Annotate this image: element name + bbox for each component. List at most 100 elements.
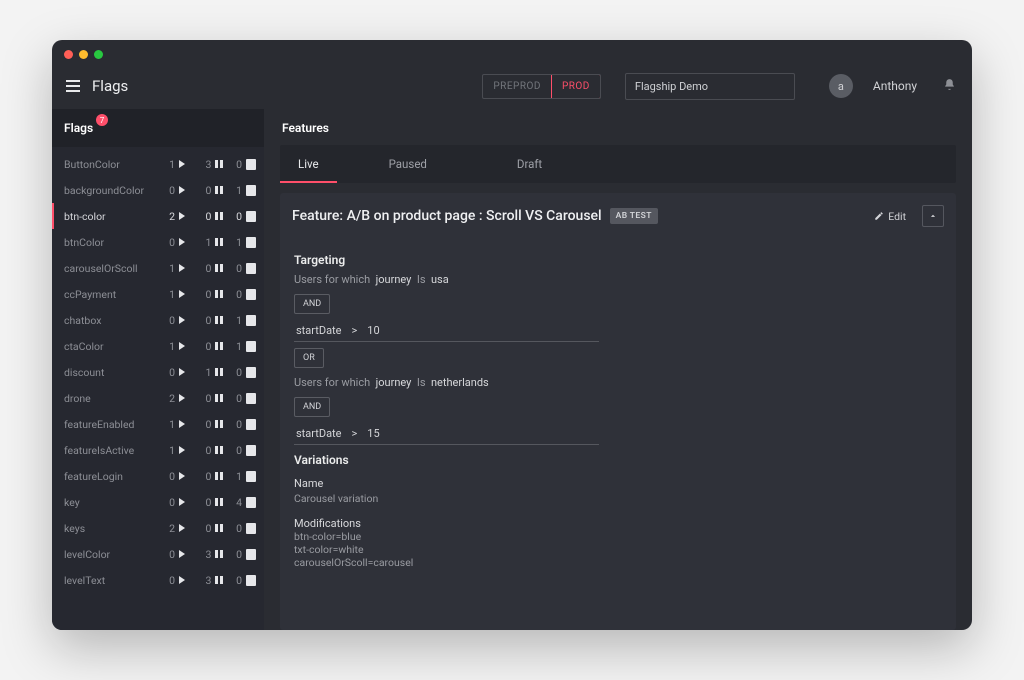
app-window: Flags PREPROD PROD Flagship Demo a Antho… bbox=[52, 40, 972, 630]
pause-icon bbox=[215, 212, 223, 220]
document-icon bbox=[246, 471, 256, 482]
targeting-rule-1: Users for which journey Is usa bbox=[294, 271, 942, 288]
flag-row-backgroundColor[interactable]: backgroundColor001 bbox=[52, 177, 264, 203]
document-icon bbox=[246, 315, 256, 326]
flag-name: btnColor bbox=[64, 236, 147, 249]
flag-row-chatbox[interactable]: chatbox001 bbox=[52, 307, 264, 333]
feature-panel: Feature: A/B on product page : Scroll VS… bbox=[280, 193, 956, 630]
flag-name: featureLogin bbox=[64, 470, 147, 483]
targeting-heading: Targeting bbox=[294, 253, 942, 267]
flag-row-keys[interactable]: keys200 bbox=[52, 515, 264, 541]
modification-line: txt-color=white bbox=[294, 543, 942, 556]
minimize-dot[interactable] bbox=[79, 50, 88, 59]
close-dot[interactable] bbox=[64, 50, 73, 59]
flag-row-drone[interactable]: drone200 bbox=[52, 385, 264, 411]
flag-name: drone bbox=[64, 392, 147, 405]
flag-row-featureLogin[interactable]: featureLogin001 bbox=[52, 463, 264, 489]
env-preprod[interactable]: PREPROD bbox=[483, 75, 551, 98]
or-op: OR bbox=[294, 348, 324, 368]
pause-icon bbox=[215, 238, 223, 246]
document-icon bbox=[246, 393, 256, 404]
pause-icon bbox=[215, 290, 223, 298]
modifications-list: btn-color=bluetxt-color=whitecarouselOrS… bbox=[294, 530, 942, 569]
tab-paused[interactable]: Paused bbox=[371, 145, 445, 183]
flag-row-featureEnabled[interactable]: featureEnabled100 bbox=[52, 411, 264, 437]
document-icon bbox=[246, 419, 256, 430]
variation-name: Carousel variation bbox=[294, 492, 942, 505]
condition-1: startDate > 10 bbox=[294, 320, 599, 342]
document-icon bbox=[246, 159, 256, 170]
flags-list: ButtonColor130backgroundColor001btn-colo… bbox=[52, 147, 264, 630]
pause-icon bbox=[215, 446, 223, 454]
flag-name: chatbox bbox=[64, 314, 147, 327]
document-icon bbox=[246, 263, 256, 274]
pencil-icon bbox=[874, 211, 884, 221]
document-icon bbox=[246, 341, 256, 352]
flag-name: carouselOrScoll bbox=[64, 262, 147, 275]
env-prod[interactable]: PROD bbox=[551, 74, 601, 99]
pause-icon bbox=[215, 524, 223, 532]
feature-body: Targeting Users for which journey Is usa… bbox=[280, 239, 956, 583]
flag-row-btn-color[interactable]: btn-color200 bbox=[52, 203, 264, 229]
flag-row-ctaColor[interactable]: ctaColor101 bbox=[52, 333, 264, 359]
document-icon bbox=[246, 211, 256, 222]
pause-icon bbox=[215, 264, 223, 272]
modification-line: carouselOrScoll=carousel bbox=[294, 556, 942, 569]
top-bar: Flags PREPROD PROD Flagship Demo a Antho… bbox=[52, 63, 972, 109]
tab-live[interactable]: Live bbox=[280, 145, 337, 183]
pause-icon bbox=[215, 394, 223, 402]
edit-button[interactable]: Edit bbox=[874, 210, 906, 223]
flag-row-ButtonColor[interactable]: ButtonColor130 bbox=[52, 151, 264, 177]
flag-row-ccPayment[interactable]: ccPayment100 bbox=[52, 281, 264, 307]
flag-name: levelText bbox=[64, 574, 147, 587]
pause-icon bbox=[215, 472, 223, 480]
pause-icon bbox=[215, 342, 223, 350]
pause-icon bbox=[215, 368, 223, 376]
project-select[interactable]: Flagship Demo bbox=[625, 73, 795, 100]
main-panel: Features Live Paused Draft Feature: A/B … bbox=[264, 109, 972, 630]
flag-name: ButtonColor bbox=[64, 158, 147, 171]
flag-name: backgroundColor bbox=[64, 184, 147, 197]
environment-toggle: PREPROD PROD bbox=[482, 74, 601, 99]
collapse-button[interactable] bbox=[922, 205, 944, 227]
pause-icon bbox=[215, 186, 223, 194]
flag-row-btnColor[interactable]: btnColor011 bbox=[52, 229, 264, 255]
targeting-rule-2: Users for which journey Is netherlands bbox=[294, 374, 942, 391]
feature-header: Feature: A/B on product page : Scroll VS… bbox=[280, 193, 956, 239]
section-title: Features bbox=[280, 109, 956, 145]
variations-heading: Variations bbox=[294, 453, 942, 467]
pause-icon bbox=[215, 498, 223, 506]
flag-name: featureEnabled bbox=[64, 418, 147, 431]
modification-line: btn-color=blue bbox=[294, 530, 942, 543]
window-controls bbox=[52, 40, 972, 63]
document-icon bbox=[246, 185, 256, 196]
flag-name: featureIsActive bbox=[64, 444, 147, 457]
document-icon bbox=[246, 289, 256, 300]
document-icon bbox=[246, 549, 256, 560]
condition-2: startDate > 15 bbox=[294, 423, 599, 445]
page-title: Flags bbox=[92, 77, 128, 95]
sidebar-header: Flags 7 bbox=[52, 109, 264, 147]
feature-title: Feature: A/B on product page : Scroll VS… bbox=[292, 208, 602, 224]
avatar[interactable]: a bbox=[829, 74, 853, 98]
menu-icon[interactable] bbox=[66, 80, 80, 92]
flag-row-levelColor[interactable]: levelColor030 bbox=[52, 541, 264, 567]
sidebar-title: Flags bbox=[64, 121, 93, 135]
bell-icon[interactable] bbox=[943, 78, 956, 94]
flag-name: ctaColor bbox=[64, 340, 147, 353]
document-icon bbox=[246, 367, 256, 378]
flag-row-featureIsActive[interactable]: featureIsActive100 bbox=[52, 437, 264, 463]
zoom-dot[interactable] bbox=[94, 50, 103, 59]
flag-row-levelText[interactable]: levelText030 bbox=[52, 567, 264, 593]
flag-name: key bbox=[64, 496, 147, 509]
pause-icon bbox=[215, 550, 223, 558]
pause-icon bbox=[215, 576, 223, 584]
and-op-2: AND bbox=[294, 397, 330, 417]
flag-row-key[interactable]: key004 bbox=[52, 489, 264, 515]
and-op-1: AND bbox=[294, 294, 330, 314]
document-icon bbox=[246, 497, 256, 508]
flag-row-carouselOrScoll[interactable]: carouselOrScoll100 bbox=[52, 255, 264, 281]
flag-row-discount[interactable]: discount010 bbox=[52, 359, 264, 385]
pause-icon bbox=[215, 316, 223, 324]
tab-draft[interactable]: Draft bbox=[499, 145, 560, 183]
